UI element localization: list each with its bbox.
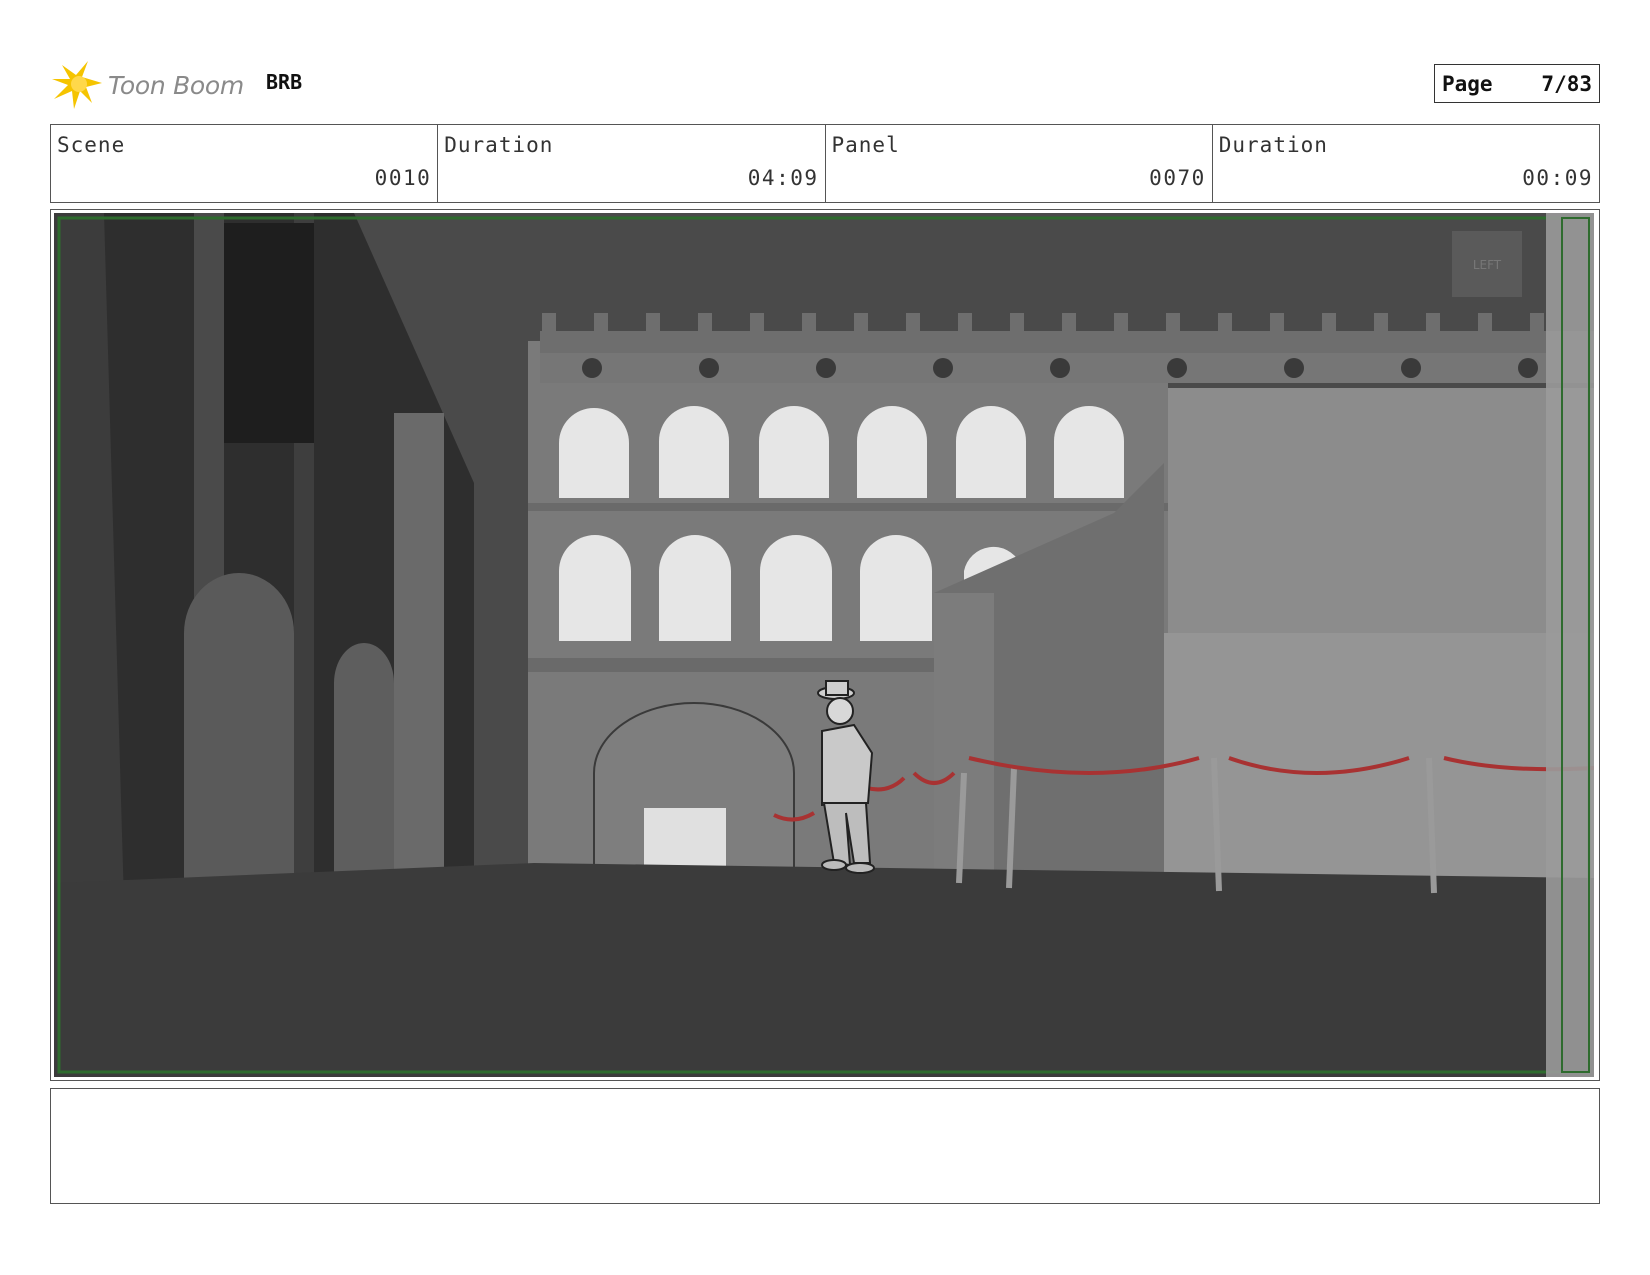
scene-value: 0010 [374,166,432,190]
panel-caption-box[interactable] [50,1088,1600,1204]
panel-cell: Panel 0070 [826,125,1213,202]
page-indicator: Page 7/83 [1434,64,1600,103]
page-label: Page [1442,71,1493,96]
page-number: 7/83 [1541,71,1592,96]
toon-boom-logo: Toon Boom [52,58,244,112]
panel-duration-label: Duration [1218,133,1328,157]
scene-label: Scene [57,133,126,157]
toon-boom-burst-icon [52,61,102,109]
panel-info-row: Scene 0010 Duration 04:09 Panel 0070 Dur… [50,124,1600,203]
panel-value: 0070 [1149,166,1206,190]
panel-duration-value: 00:09 [1522,166,1593,190]
panel-duration-cell: Duration 00:09 [1213,125,1599,202]
project-name: BRB [266,70,303,94]
brand-name: Toon Boom [108,70,244,100]
storyboard-panel-image: LEFT [54,213,1594,1077]
panel-label: Panel [831,133,900,157]
scene-duration-value: 04:09 [747,166,819,190]
scene-duration-label: Duration [444,133,554,157]
scene-duration-cell: Duration 04:09 [438,125,826,202]
camera-marker-text: LEFT [1473,258,1502,272]
scene-cell: Scene 0010 [51,125,439,202]
